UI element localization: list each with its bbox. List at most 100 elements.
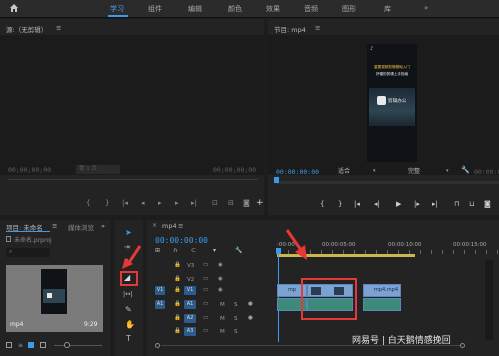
program-go-to-out-icon[interactable]: ▸| bbox=[432, 200, 438, 208]
sync-lock-icon[interactable]: ▭ bbox=[203, 328, 208, 334]
sync-lock-icon[interactable]: ▭ bbox=[203, 287, 208, 293]
fit-dropdown-arrow-icon[interactable]: ▾ bbox=[373, 168, 376, 174]
source-scrubber[interactable] bbox=[8, 179, 258, 180]
audio-clip-3[interactable] bbox=[363, 298, 401, 311]
program-scrubber[interactable] bbox=[276, 181, 499, 184]
track-target-A3[interactable]: A3 bbox=[184, 327, 196, 336]
program-export-frame-icon[interactable]: ◙ bbox=[484, 200, 491, 208]
program-menu-icon[interactable]: ≡ bbox=[315, 24, 320, 32]
insert-icon[interactable]: ⊡ bbox=[212, 199, 218, 207]
play-icon[interactable]: ▸ bbox=[158, 199, 162, 207]
lock-icon[interactable]: 🔒 bbox=[174, 276, 181, 282]
tab-media-browser[interactable]: 媒体浏览 bbox=[68, 222, 94, 232]
solo-button[interactable]: S bbox=[234, 316, 238, 322]
sync-lock-icon[interactable]: ▭ bbox=[203, 276, 208, 282]
mute-button[interactable]: M bbox=[220, 302, 225, 308]
quality-dropdown-arrow-icon[interactable]: ▾ bbox=[446, 168, 449, 174]
quality-dropdown[interactable]: 完整 bbox=[408, 167, 448, 176]
add-marker-icon[interactable]: ▾ bbox=[213, 247, 216, 254]
step-forward-icon[interactable]: ▸ bbox=[175, 199, 179, 207]
razor-tool-icon[interactable]: ◢ bbox=[124, 273, 130, 282]
timeline-settings-icon[interactable]: 🔧 bbox=[235, 247, 242, 254]
snap-icon[interactable]: ∩ bbox=[173, 247, 177, 254]
timeline-menu-icon[interactable]: ≡ bbox=[178, 222, 183, 230]
tab-assembly[interactable]: 组件 bbox=[148, 4, 162, 14]
track-target-V1[interactable]: V1 bbox=[184, 286, 196, 295]
tab-effects[interactable]: 效果 bbox=[266, 4, 280, 14]
tab-color[interactable]: 颜色 bbox=[228, 4, 242, 14]
mute-button[interactable]: M bbox=[220, 316, 225, 322]
source-patch-A1[interactable]: A1 bbox=[155, 300, 165, 309]
zoom-slider-track[interactable] bbox=[54, 345, 102, 346]
lock-icon[interactable]: 🔒 bbox=[174, 328, 181, 334]
extract-icon[interactable]: ⊔ bbox=[469, 200, 474, 208]
program-play-icon[interactable]: ▶ bbox=[396, 200, 401, 208]
source-menu-icon[interactable]: ≡ bbox=[56, 24, 61, 32]
lock-icon[interactable]: 🔒 bbox=[174, 287, 181, 293]
sync-lock-icon[interactable]: ▭ bbox=[203, 301, 208, 307]
lock-icon[interactable]: 🔒 bbox=[174, 301, 181, 307]
sync-lock-icon[interactable]: ▭ bbox=[203, 262, 208, 268]
eye-icon[interactable]: ◉ bbox=[218, 287, 223, 293]
more-tabs-icon[interactable]: » bbox=[424, 4, 428, 12]
mute-button[interactable]: M bbox=[220, 329, 225, 335]
page-dropdown[interactable]: 第 1 页 bbox=[76, 165, 120, 174]
go-to-in-icon[interactable]: |◂ bbox=[122, 199, 128, 207]
pen-tool-icon[interactable]: ✎ bbox=[125, 305, 132, 314]
voiceover-icon[interactable]: ● bbox=[248, 301, 253, 307]
tab-audio[interactable]: 音频 bbox=[304, 4, 318, 14]
overwrite-icon[interactable]: ⊟ bbox=[228, 199, 234, 207]
add-button-icon[interactable]: + bbox=[256, 198, 264, 208]
timeline-timecode[interactable]: 00:00:00:00 bbox=[155, 236, 208, 245]
tab-graphics[interactable]: 图形 bbox=[342, 4, 356, 14]
program-mark-out-icon[interactable]: } bbox=[338, 200, 342, 208]
tab-learn[interactable]: 学习 bbox=[110, 4, 124, 14]
program-mark-in-icon[interactable]: { bbox=[320, 200, 324, 208]
hand-tool-icon[interactable]: ✋ bbox=[125, 320, 135, 329]
program-timecode[interactable]: 00:00:00:00 bbox=[276, 168, 319, 176]
eye-icon[interactable]: ◉ bbox=[218, 276, 223, 282]
clip-thumbnail[interactable]: mp4 9:29 bbox=[6, 265, 103, 332]
home-icon[interactable] bbox=[9, 3, 19, 13]
track-target-A2[interactable]: A2 bbox=[184, 314, 196, 323]
tab-edit[interactable]: 编辑 bbox=[188, 4, 202, 14]
solo-button[interactable]: S bbox=[234, 302, 238, 308]
timeline-close-icon[interactable]: × bbox=[152, 222, 157, 229]
lock-icon[interactable]: 🔒 bbox=[174, 315, 181, 321]
project-more-icon[interactable]: » bbox=[101, 222, 105, 230]
program-step-forward-icon[interactable]: |▸ bbox=[414, 200, 420, 208]
timeline-tab[interactable]: mp4 bbox=[162, 222, 177, 230]
step-back-icon[interactable]: ◂ bbox=[141, 199, 145, 207]
timeline-scrollbar-handle-left[interactable] bbox=[155, 343, 160, 348]
selection-tool-icon[interactable]: ➤ bbox=[125, 228, 132, 237]
eye-icon[interactable]: ◉ bbox=[218, 262, 223, 268]
program-playhead[interactable] bbox=[274, 177, 279, 183]
type-tool-icon[interactable]: T bbox=[126, 334, 131, 343]
track-target-A1[interactable]: A1 bbox=[184, 300, 196, 309]
video-clip-3[interactable]: mp4.mp4 bbox=[363, 284, 401, 297]
tab-libraries[interactable]: 库 bbox=[384, 4, 391, 14]
lock-icon[interactable]: 🔒 bbox=[174, 262, 181, 268]
linked-selection-icon[interactable]: ⊂ bbox=[191, 247, 196, 254]
project-menu-icon[interactable]: ≡ bbox=[52, 222, 57, 230]
mark-out-icon[interactable]: } bbox=[105, 199, 109, 207]
go-to-out-icon[interactable]: ▸| bbox=[191, 199, 197, 207]
timeline-scrollbar-handle-right[interactable] bbox=[460, 343, 465, 348]
list-view-icon[interactable]: ≡ bbox=[18, 342, 23, 349]
voiceover-icon[interactable]: ● bbox=[248, 315, 253, 321]
freeform-view-icon[interactable] bbox=[40, 342, 46, 348]
program-go-to-in-icon[interactable]: |◂ bbox=[354, 200, 360, 208]
write-protect-icon[interactable] bbox=[6, 342, 12, 348]
export-frame-icon[interactable]: ◙ bbox=[243, 199, 250, 207]
icon-view-icon[interactable] bbox=[28, 342, 34, 348]
lift-icon[interactable]: ⊓ bbox=[454, 200, 459, 208]
mark-in-icon[interactable]: { bbox=[86, 199, 90, 207]
solo-button[interactable]: S bbox=[234, 329, 238, 335]
program-step-back-icon[interactable]: ◂| bbox=[374, 200, 380, 208]
insert-sequence-icon[interactable]: ⊞ bbox=[155, 247, 160, 254]
project-search-input[interactable] bbox=[6, 248, 50, 257]
sync-lock-icon[interactable]: ▭ bbox=[203, 315, 208, 321]
source-patch-V1[interactable]: V1 bbox=[155, 286, 165, 295]
wrench-icon[interactable]: 🔧 bbox=[461, 166, 470, 174]
slip-tool-icon[interactable]: |↔| bbox=[123, 290, 133, 298]
